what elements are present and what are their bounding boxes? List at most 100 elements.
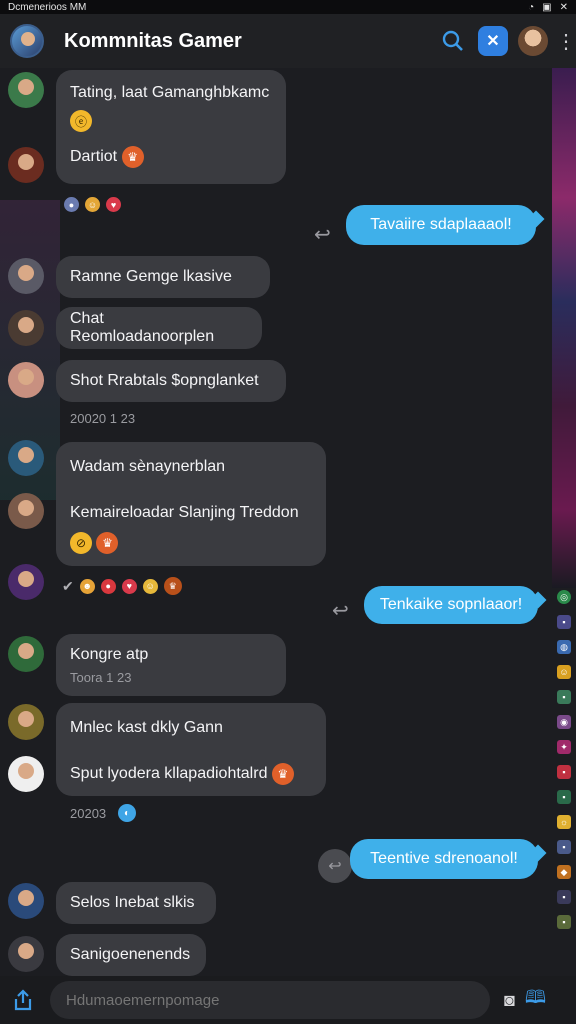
avatar[interactable] bbox=[8, 147, 44, 183]
rail-item-icon[interactable]: ▪ bbox=[557, 915, 571, 929]
emoji-icon: ⓔ bbox=[70, 110, 92, 132]
rail-item-icon[interactable]: ▪ bbox=[557, 840, 571, 854]
carrier-label: Dcmenerioos MM bbox=[8, 1, 87, 13]
share-button[interactable] bbox=[10, 987, 36, 1013]
reaction-icon[interactable]: ◐ bbox=[118, 804, 136, 822]
rail-item-icon[interactable]: ☼ bbox=[557, 815, 571, 829]
reaction-icon: ● bbox=[64, 197, 79, 212]
avatar[interactable] bbox=[8, 636, 44, 672]
message-bubble[interactable]: Mnlec kast dkly Gann Sput lyodera kllapa… bbox=[56, 703, 326, 796]
emoji-icon: ♛ bbox=[121, 146, 144, 168]
rail-item-icon[interactable]: ◆ bbox=[557, 865, 571, 879]
message-bubble[interactable]: Selos Inebat slkis bbox=[56, 882, 216, 924]
reaction-icon: ● bbox=[100, 578, 116, 594]
more-vertical-icon: ⋮ bbox=[556, 30, 576, 53]
share-button[interactable]: ✕ bbox=[478, 26, 508, 56]
message-bubble[interactable]: Kongre atp Toora 1 23 bbox=[56, 634, 286, 696]
message-bubble[interactable]: Chat Reomloadanoorplen bbox=[56, 307, 262, 349]
search-button[interactable] bbox=[438, 26, 468, 56]
rail-item-icon[interactable]: ◍ bbox=[557, 640, 571, 654]
share-up-icon bbox=[14, 989, 32, 1011]
share-icon: ✕ bbox=[486, 33, 500, 50]
avatar[interactable] bbox=[8, 936, 44, 972]
message-bubble[interactable]: Ramne Gemge lkasive bbox=[56, 256, 270, 298]
rail-item-icon[interactable]: ▪ bbox=[557, 690, 571, 704]
group-avatar[interactable] bbox=[10, 24, 44, 58]
message-text: Sanigoenenends bbox=[70, 946, 191, 963]
reaction-icon: ☺ bbox=[142, 578, 158, 594]
timestamp: 20203 bbox=[70, 806, 107, 821]
avatar[interactable] bbox=[8, 258, 44, 294]
avatar[interactable] bbox=[8, 362, 44, 398]
rail-item-icon[interactable]: ◎ bbox=[557, 590, 571, 604]
outgoing-message-bubble[interactable]: Teentive sdrenoanol! bbox=[350, 839, 538, 879]
message-bubble[interactable]: Shot Rrabtals $opnglanket bbox=[56, 360, 286, 402]
message-text: Ramne Gemge lkasive bbox=[70, 268, 232, 285]
check-icon: ✔ bbox=[62, 577, 74, 594]
rail-item-icon[interactable]: ✦ bbox=[557, 740, 571, 754]
close-icon: ✕ bbox=[559, 1, 568, 13]
reply-icon[interactable]: ↩ bbox=[314, 222, 331, 247]
avatar[interactable] bbox=[8, 704, 44, 740]
outgoing-message-bubble[interactable]: Tavaiire sdaplaaaol! bbox=[346, 205, 536, 245]
message-text: Chat Reomloadanoorplen bbox=[70, 310, 215, 345]
avatar[interactable] bbox=[8, 310, 44, 346]
message-text: Selos Inebat slkis bbox=[70, 894, 195, 911]
right-rail: ◎ ▪ ◍ ☺ ▪ ◉ ✦ ▪ ▪ ☼ ▪ ◆ ▪ ▪ bbox=[556, 590, 572, 980]
message-text: Shot Rrabtals $opnglanket bbox=[70, 372, 259, 389]
avatar[interactable] bbox=[8, 883, 44, 919]
profile-avatar[interactable] bbox=[518, 26, 548, 56]
reaction-icon: ☻ bbox=[79, 578, 95, 594]
emoji-icon: ⊘ bbox=[70, 532, 92, 554]
avatar[interactable] bbox=[8, 493, 44, 529]
reply-icon[interactable]: ↩ bbox=[318, 849, 352, 883]
timestamp: 20020 1 23 bbox=[70, 411, 136, 426]
rail-item-icon[interactable]: ▪ bbox=[557, 765, 571, 779]
wifi-icon: ◔ bbox=[528, 1, 535, 13]
timestamp: Toora 1 23 bbox=[70, 669, 132, 685]
avatar[interactable] bbox=[8, 72, 44, 108]
background-art-right bbox=[552, 68, 576, 588]
rail-item-icon[interactable]: ☺ bbox=[557, 665, 571, 679]
emoji-icon: ♛ bbox=[96, 532, 119, 554]
message-text: Tavaiire sdaplaaaol! bbox=[370, 216, 512, 233]
reaction-row[interactable]: ● ☺ ♥ bbox=[64, 197, 121, 212]
reaction-row[interactable]: ✔ ☻ ● ♥ ☺ ♛ bbox=[62, 577, 182, 595]
search-icon bbox=[442, 30, 463, 51]
rail-item-icon[interactable]: ▪ bbox=[557, 790, 571, 804]
camera-icon: ◙ bbox=[504, 989, 515, 1010]
message-text: Teentive sdrenoanol! bbox=[370, 850, 518, 867]
message-bubble[interactable]: Tating, laat Gamanghbkamc ⓔ Dartiot ♛ bbox=[56, 70, 286, 184]
page-title: Kommnitas Gamer bbox=[64, 29, 242, 52]
message-bubble[interactable]: Sanigoenenends bbox=[56, 934, 206, 976]
message-text: Kongre atp bbox=[70, 645, 149, 663]
library-button[interactable]: 🕮 bbox=[525, 985, 546, 1015]
avatar[interactable] bbox=[8, 564, 44, 600]
avatar[interactable] bbox=[8, 440, 44, 476]
message-text: Dartiot bbox=[70, 148, 118, 166]
battery-icon: ▣ bbox=[542, 1, 552, 13]
rail-item-icon[interactable]: ▪ bbox=[557, 890, 571, 904]
message-input[interactable] bbox=[50, 981, 490, 1019]
rail-item-icon[interactable]: ◉ bbox=[557, 715, 571, 729]
message-text: Kemaireloadar Slanjing Treddon bbox=[70, 504, 299, 521]
reply-icon[interactable]: ↩ bbox=[332, 598, 349, 623]
reaction-icon: ♛ bbox=[163, 577, 182, 595]
more-menu-button[interactable]: ⋮ bbox=[556, 29, 576, 54]
message-composer: ◙ 🕮 bbox=[0, 976, 576, 1024]
book-icon: 🕮 bbox=[524, 987, 547, 1007]
message-text: Mnlec kast dkly Gann bbox=[70, 719, 223, 736]
reaction-icon: ♥ bbox=[121, 578, 137, 594]
reaction-icon: ☺ bbox=[85, 197, 100, 212]
message-text: Sput lyodera kllapadiohtalrd bbox=[70, 765, 268, 783]
emoji-icon: ♛ bbox=[271, 763, 294, 785]
message-text: Tenkaike sopnlaaor! bbox=[379, 596, 523, 613]
rail-item-icon[interactable]: ▪ bbox=[557, 615, 571, 629]
avatar[interactable] bbox=[8, 756, 44, 792]
message-text: Wadam sènaynerblan bbox=[70, 458, 226, 475]
reaction-icon: ♥ bbox=[106, 197, 121, 212]
outgoing-message-bubble[interactable]: Tenkaike sopnlaaor! bbox=[364, 586, 538, 624]
message-bubble[interactable]: Wadam sènaynerblan Kemaireloadar Slanjin… bbox=[56, 442, 326, 566]
status-bar: Dcmenerioos MM ◔ ▣ ✕ bbox=[0, 0, 576, 14]
camera-button[interactable]: ◙ bbox=[504, 990, 515, 1011]
